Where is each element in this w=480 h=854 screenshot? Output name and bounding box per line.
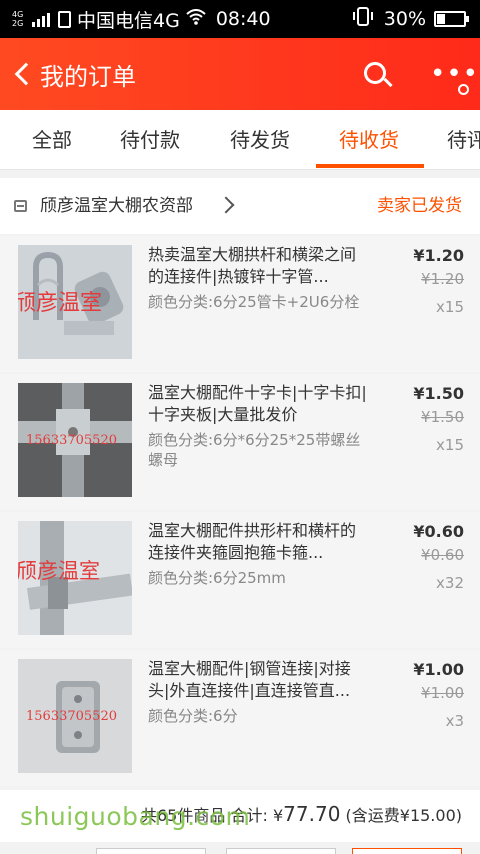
image-watermark: 15633705520 <box>26 433 117 448</box>
carrier: 中国电信4G <box>77 9 180 32</box>
product-sku: 颜色分类:6分25mm <box>148 569 286 587</box>
image-watermark: 颀彦温室 <box>18 559 100 583</box>
product-price: ¥1.20 <box>413 246 464 265</box>
search-icon <box>364 62 386 84</box>
active-tab-indicator <box>316 164 424 168</box>
product-sku: 颜色分类:6分*6分25*25带螺丝螺母 <box>148 431 361 469</box>
original-price: ¥1.00 <box>421 684 464 702</box>
chevron-right-icon <box>217 196 235 214</box>
wifi-icon <box>186 9 206 29</box>
original-price: ¥0.60 <box>421 546 464 564</box>
product-quantity: x15 <box>436 436 464 454</box>
signal-icon <box>32 11 50 27</box>
order-action-button[interactable] <box>96 848 206 854</box>
search-button[interactable] <box>362 60 393 90</box>
product-quantity: x3 <box>445 712 464 730</box>
product-image: 15633705520 <box>18 383 132 497</box>
page-title: 我的订单 <box>40 62 136 91</box>
vibrate-icon <box>352 6 374 33</box>
tab-all[interactable]: 全部 <box>32 110 72 170</box>
back-arrow-icon <box>14 62 38 86</box>
currency-symbol: ¥ <box>272 806 284 825</box>
order-status: 卖家已发货 <box>377 196 462 216</box>
product-price: ¥1.50 <box>413 384 464 403</box>
order-item[interactable]: 颀彦温室 温室大棚配件拱形杆和横杆的连接件夹箍圆抱箍卡箍... 颜色分类:6分2… <box>0 512 480 648</box>
product-quantity: x32 <box>436 574 464 592</box>
shipping-fee: (含运费¥15.00) <box>345 806 462 825</box>
network-type: 4G 2G <box>12 10 30 28</box>
order-item[interactable]: 15633705520 温室大棚配件十字卡|十字卡扣|十字夹板|大量批发价 颜色… <box>0 374 480 510</box>
order-item[interactable]: 15633705520 温室大棚配件|钢管连接|对接头|外直连接件|直连接管直.… <box>0 650 480 786</box>
confirm-receipt-button[interactable] <box>352 848 462 854</box>
tab-pending-receipt[interactable]: 待收货 <box>339 110 399 170</box>
order-tabs: 全部 待付款 待发货 待收货 待评 <box>0 110 480 170</box>
product-image: 15633705520 <box>18 659 132 773</box>
product-image: 颀彦温室 <box>18 521 132 635</box>
clock: 08:40 <box>215 8 271 30</box>
shop-header[interactable]: 颀彦温室大棚农资部 卖家已发货 <box>0 178 480 234</box>
network-top: 4G <box>12 10 24 19</box>
sim-icon <box>58 10 71 28</box>
product-sku: 颜色分类:6分25管卡+2U6分栓 <box>148 293 360 311</box>
order-item[interactable]: 颀彦温室 热卖温室大棚拱杆和横梁之间的连接件|热镀锌十字管... 颜色分类:6分… <box>0 236 480 372</box>
product-title: 温室大棚配件拱形杆和横杆的连接件夹箍圆抱箍卡箍... <box>148 521 357 562</box>
product-quantity: x15 <box>436 298 464 316</box>
image-watermark: 颀彦温室 <box>18 291 103 316</box>
tab-pending-payment[interactable]: 待付款 <box>120 110 180 170</box>
image-watermark: 15633705520 <box>26 709 117 724</box>
status-bar: 4G 2G 中国电信4G 08:40 30% <box>0 0 480 38</box>
more-menu-icon[interactable]: ••• <box>430 61 479 87</box>
product-title: 温室大棚配件十字卡|十字卡扣|十字夹板|大量批发价 <box>148 383 367 424</box>
app-header: 我的订单 ••• <box>0 38 480 110</box>
order-action-button[interactable] <box>226 848 336 854</box>
site-watermark: shuiguobang.com <box>20 802 251 831</box>
original-price: ¥1.20 <box>421 270 464 288</box>
product-sku: 颜色分类:6分 <box>148 707 238 725</box>
total-amount: 77.70 <box>283 802 341 826</box>
product-title: 温室大棚配件|钢管连接|对接头|外直连接件|直连接管直... <box>148 659 351 700</box>
product-price: ¥1.00 <box>413 660 464 679</box>
original-price: ¥1.50 <box>421 408 464 426</box>
battery-percent: 30% <box>383 8 426 30</box>
notification-dot <box>458 84 469 95</box>
product-image: 颀彦温室 <box>18 245 132 359</box>
network-bottom: 2G <box>12 19 24 28</box>
tab-pending-review[interactable]: 待评 <box>447 110 480 170</box>
back-button[interactable] <box>0 38 40 110</box>
battery-icon <box>434 11 469 27</box>
product-title: 热卖温室大棚拱杆和横梁之间的连接件|热镀锌十字管... <box>148 245 357 286</box>
shop-icon <box>14 200 27 212</box>
shop-name: 颀彦温室大棚农资部 <box>40 196 193 216</box>
product-price: ¥0.60 <box>413 522 464 541</box>
search-icon-handle <box>383 77 393 88</box>
tab-pending-shipment[interactable]: 待发货 <box>230 110 290 170</box>
